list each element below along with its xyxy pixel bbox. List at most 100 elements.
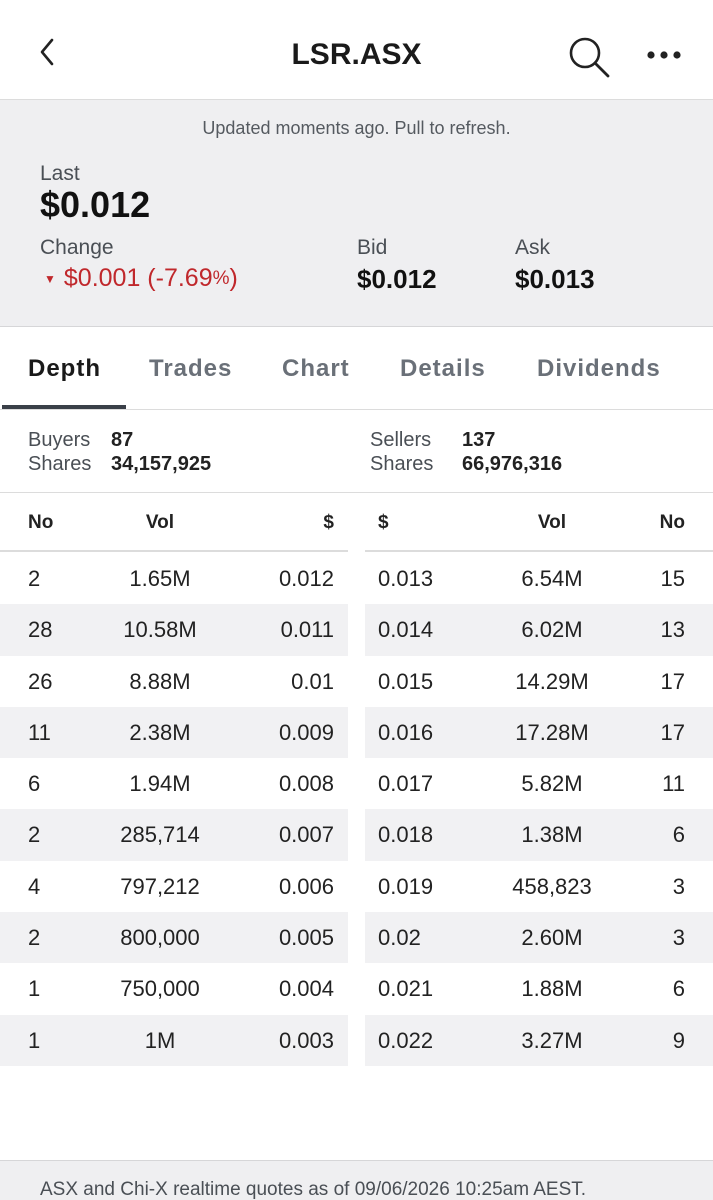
down-arrow-icon: ▼	[44, 271, 56, 286]
buy-vol-cell: 1.94M	[129, 771, 191, 797]
buy-price-cell: 0.012	[278, 566, 334, 591]
sell-price-cell: 0.018	[378, 822, 434, 848]
sellers-shares-label: Shares	[370, 453, 434, 475]
change-value: ▼ $0.001 (-7.69%)	[44, 264, 238, 293]
buy-no-cell: 1	[28, 976, 41, 1002]
buy-vol-cell: 285,714	[120, 822, 200, 848]
buy-price-cell: 0.007	[278, 822, 334, 848]
buy-no-header: No	[28, 512, 54, 533]
buy-vol-header: Vol	[145, 512, 175, 533]
ask-label: Ask	[515, 236, 551, 259]
sell-orders-list: 0.013 6.54M 15 0.014 6.02M 13 0.015 14.29M 17 0.0…	[365, 553, 713, 1066]
change-amount: $0.001 (-7.69	[63, 264, 213, 292]
sell-vol-cell: 6.54M	[521, 566, 583, 591]
last-label: Last	[40, 162, 80, 185]
sell-vol-cell: 5.82M	[521, 771, 583, 797]
search-icon[interactable]	[566, 34, 612, 80]
refresh-status: Updated moments ago. Pull to refresh.	[202, 118, 511, 138]
buy-order-row: 28 10.58M 0.011	[0, 604, 348, 656]
sell-order-row: 0.02 2.60M 3	[365, 912, 713, 964]
sell-no-cell: 17	[660, 719, 685, 745]
sell-price-cell: 0.014	[378, 617, 434, 643]
sell-price-cell: 0.021	[378, 976, 434, 1002]
buy-no-cell: 1	[28, 1027, 41, 1053]
buy-no-cell: 2	[28, 925, 41, 951]
sell-order-row: 0.016 17.28M 17	[365, 706, 713, 759]
sell-no-cell: 6	[672, 822, 685, 848]
sell-vol-header: Vol	[537, 512, 567, 533]
sell-price-cell: 0.015	[378, 668, 434, 694]
sell-order-row: 0.015 14.29M 17	[365, 656, 713, 707]
buy-no-cell: 26	[28, 668, 53, 694]
more-horizontal-icon[interactable]	[642, 40, 686, 70]
sell-no-cell: 3	[672, 925, 685, 951]
depth-summary: Buyers 87 Shares 34,157,925 Sellers 137 …	[0, 411, 713, 493]
buy-order-row: 1 1M 0.003	[0, 1014, 348, 1066]
buy-vol-cell: 1.65M	[129, 566, 191, 591]
sell-price-cell: 0.02	[378, 925, 421, 951]
buy-vol-cell: 2.38M	[129, 719, 191, 745]
footer: ASX and Chi-X realtime quotes as of 09/0…	[0, 1160, 713, 1200]
sell-no-header: No	[659, 512, 685, 533]
buy-no-cell: 2	[28, 822, 41, 848]
buy-price-header: $	[323, 512, 334, 533]
sell-no-cell: 17	[660, 668, 685, 694]
tab-chart[interactable]: Chart	[282, 355, 350, 383]
tab-dividends[interactable]: Dividends	[537, 355, 661, 383]
tab-trades[interactable]: Trades	[149, 355, 232, 383]
buy-table-header: No Vol $	[0, 494, 348, 552]
sell-order-row: 0.017 5.82M 11	[365, 758, 713, 809]
sell-no-cell: 3	[672, 873, 685, 899]
sell-order-row: 0.022 3.27M 9	[365, 1014, 713, 1066]
sellers-label: Sellers	[370, 429, 432, 451]
sell-order-row: 0.014 6.02M 13	[365, 604, 713, 656]
change-percent-sign: %	[212, 267, 230, 289]
buy-order-row: 11 2.38M 0.009	[0, 706, 348, 759]
sell-no-cell: 15	[660, 566, 685, 591]
sell-vol-cell: 458,823	[512, 873, 592, 899]
sell-vol-cell: 2.60M	[521, 925, 583, 951]
sell-price-header: $	[378, 512, 389, 533]
sell-vol-cell: 1.88M	[521, 976, 583, 1002]
sell-price-cell: 0.017	[378, 771, 434, 797]
last-price: $0.012	[40, 184, 151, 225]
buy-vol-cell: 10.58M	[123, 617, 197, 643]
sell-vol-cell: 6.02M	[521, 617, 583, 643]
buy-price-cell: 0.006	[278, 873, 334, 899]
sell-price-cell: 0.019	[378, 873, 434, 899]
sell-vol-cell: 3.27M	[521, 1027, 583, 1053]
buy-price-cell: 0.005	[278, 925, 334, 951]
buy-order-row: 4 797,212 0.006	[0, 861, 348, 912]
buyers-label: Buyers	[28, 429, 91, 451]
buyers-count: 87	[111, 429, 134, 451]
sell-price-cell: 0.013	[378, 566, 434, 591]
tab-details[interactable]: Details	[400, 355, 486, 383]
change-label: Change	[40, 236, 114, 259]
buy-price-cell: 0.011	[280, 617, 334, 643]
bid-price: $0.012	[357, 264, 437, 294]
buy-no-cell: 4	[28, 873, 41, 899]
buy-price-cell: 0.004	[278, 976, 334, 1002]
buyers-shares: 34,157,925	[111, 453, 212, 475]
sell-no-cell: 6	[672, 976, 685, 1002]
nav-bar: LSR.ASX	[0, 0, 713, 100]
buy-order-row: 2 800,000 0.005	[0, 912, 348, 964]
buy-order-row: 6 1.94M 0.008	[0, 758, 348, 809]
buy-vol-cell: 8.88M	[129, 668, 191, 694]
sell-no-cell: 9	[672, 1027, 685, 1053]
change-suffix: )	[229, 264, 238, 292]
quote-source-note: ASX and Chi-X realtime quotes as of 09/0…	[40, 1179, 587, 1200]
buy-vol-cell: 800,000	[120, 925, 200, 951]
tab-bar: Depth Trades Chart Details Dividends	[0, 327, 713, 410]
sell-vol-cell: 17.28M	[515, 719, 589, 745]
buy-order-row: 2 1.65M 0.012	[0, 553, 348, 604]
sell-order-row: 0.018 1.38M 6	[365, 809, 713, 861]
quote-panel: Updated moments ago. Pull to refresh. La…	[0, 100, 713, 327]
buy-price-cell: 0.009	[278, 719, 334, 745]
tab-depth[interactable]: Depth	[28, 355, 101, 383]
buy-vol-cell: 1M	[144, 1027, 176, 1053]
buy-no-cell: 11	[28, 719, 51, 745]
buy-order-row: 2 285,714 0.007	[0, 809, 348, 861]
bid-label: Bid	[357, 236, 388, 259]
sell-order-row: 0.019 458,823 3	[365, 861, 713, 912]
